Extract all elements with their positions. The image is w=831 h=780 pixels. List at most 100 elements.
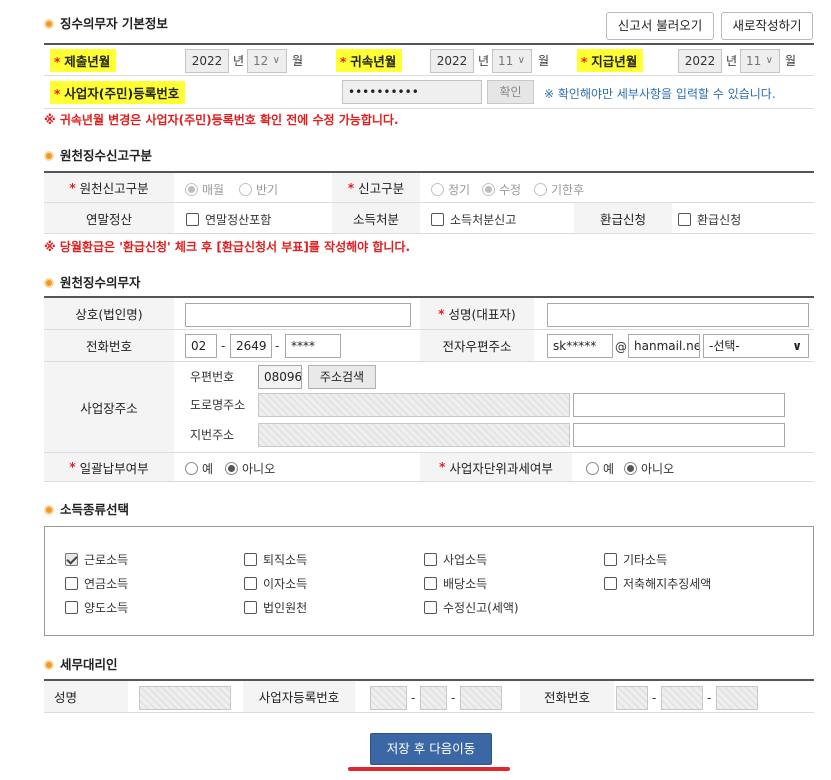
bullet-icon: [44, 278, 54, 288]
refund-checkbox[interactable]: 환급신청: [678, 211, 741, 228]
required-icon: *: [581, 55, 588, 69]
attr-year-field: 2022: [430, 49, 474, 73]
withholding-label: * 원천신고구분: [44, 173, 174, 202]
income-checkbox-savings-tax[interactable]: 저축해지추징세액: [604, 575, 711, 592]
required-icon: *: [69, 460, 76, 474]
submit-month-value: 12: [253, 54, 269, 68]
option-label: 기한후: [551, 183, 585, 197]
tax-agent-phone-part2: [661, 686, 703, 710]
phone-part2-input[interactable]: 2649: [230, 334, 272, 358]
new-report-button[interactable]: 새로작성하기: [721, 12, 813, 40]
phone-part1-input[interactable]: 02: [185, 334, 217, 358]
section-title-income-types: 소득종류선택: [44, 501, 129, 519]
bullet-icon: [44, 660, 54, 670]
submit-month-select[interactable]: 12 ∨: [247, 49, 287, 73]
checkbox-icon: [65, 553, 78, 566]
company-input[interactable]: [185, 303, 411, 327]
unit-tax-no-radio[interactable]: 아니오: [624, 460, 674, 477]
required-icon: *: [54, 55, 61, 69]
phone-part3-input[interactable]: ****: [285, 334, 341, 358]
row-yearend: 연말정산 연말정산포함 소득처분 소득처분신고 환급신청 환급신청: [44, 203, 814, 234]
email-id-input[interactable]: sk*****: [547, 334, 613, 358]
rep-name-input[interactable]: [547, 303, 809, 327]
withholding-option-monthly[interactable]: 매월: [185, 181, 224, 198]
row-tax-agent: 성명 사업자등록번호 - - 전화번호 - -: [44, 679, 814, 713]
basic-warning: ※ 귀속년월 변경은 사업자(주민)등록번호 확인 전에 수정 가능합니다.: [44, 113, 399, 127]
report-option-late[interactable]: 기한후: [534, 181, 584, 198]
tax-agent-name-field: [139, 686, 231, 710]
option-label: 매월: [202, 183, 225, 197]
pay-ym-label: * 지급년월: [577, 45, 644, 76]
company-label: 상호(법인명): [44, 298, 174, 329]
row-company: 상호(법인명) * 성명(대표자): [44, 296, 814, 330]
email-at: @: [615, 340, 627, 354]
save-next-button[interactable]: 저장 후 다음이동: [370, 733, 492, 765]
income-checkbox-dividend[interactable]: 배당소득: [424, 575, 487, 592]
income-disp-checkbox[interactable]: 소득처분신고: [431, 211, 516, 228]
income-checkbox-corporate[interactable]: 법인원천: [244, 599, 307, 616]
report-option-amend[interactable]: 수정: [482, 181, 521, 198]
chevron-down-icon: ∨: [517, 55, 525, 66]
option-label: 아니오: [641, 462, 675, 476]
option-label: 퇴직소득: [263, 553, 308, 567]
zip-label: 우편번호: [190, 370, 235, 384]
income-checkbox-labor[interactable]: 근로소득: [65, 551, 128, 568]
yearend-checkbox[interactable]: 연말정산포함: [186, 211, 271, 228]
biz-no-field[interactable]: ••••••••••: [342, 80, 482, 104]
option-label: 수정: [499, 183, 522, 197]
option-label: 예: [202, 462, 214, 476]
pay-year-field: 2022: [678, 49, 722, 73]
bulk-pay-no-radio[interactable]: 아니오: [225, 460, 275, 477]
row-year-month: * 제출년월 2022 년 12 ∨ 월 * 귀속년월 2022 년 11 ∨ 월 * 지…: [44, 43, 814, 76]
option-label: 이자소득: [263, 577, 308, 591]
bulk-pay-yes-radio[interactable]: 예: [185, 460, 213, 477]
submit-ym-label: * 제출년월: [50, 45, 117, 76]
option-label: 환급신청: [697, 213, 742, 227]
unit-tax-label: * 사업자단위과세여부: [420, 453, 572, 481]
lot-address-detail-input[interactable]: [573, 423, 785, 447]
required-icon: *: [347, 180, 355, 195]
checkbox-icon: [65, 577, 78, 590]
confirm-button[interactable]: 확인: [487, 80, 534, 104]
income-checkbox-business[interactable]: 사업소득: [424, 551, 487, 568]
income-checkbox-other[interactable]: 기타소득: [604, 551, 667, 568]
load-report-button[interactable]: 신고서 불러오기: [606, 12, 714, 40]
checkbox-icon: [431, 213, 444, 226]
income-checkbox-retirement[interactable]: 퇴직소득: [244, 551, 307, 568]
radio-icon: [225, 462, 238, 475]
dash: -: [652, 691, 657, 705]
pay-month-select[interactable]: 11 ∨: [740, 49, 780, 73]
checkbox-icon: [244, 553, 257, 566]
email-domain-select[interactable]: -선택- ∨: [703, 334, 809, 358]
submit-year-field: 2022: [185, 49, 229, 73]
income-checkbox-pension[interactable]: 연금소득: [65, 575, 128, 592]
income-checkbox-transfer[interactable]: 양도소득: [65, 599, 128, 616]
unit-tax-yes-radio[interactable]: 예: [586, 460, 614, 477]
section-title-text: 원천징수신고구분: [60, 148, 153, 163]
email-label: 전자우편주소: [420, 330, 534, 361]
withholding-option-half[interactable]: 반기: [239, 181, 278, 198]
zip-field: 08096: [258, 365, 302, 389]
unit-tax-label-text: 사업자단위과세여부: [449, 460, 553, 476]
section-title-text: 세무대리인: [60, 657, 118, 672]
address-label: 사업장주소: [44, 362, 174, 452]
biz-no-label: * 사업자(주민)등록번호: [50, 76, 186, 108]
email-domain-input[interactable]: hanmail.net: [628, 334, 700, 358]
tax-agent-phone-part3: [716, 686, 758, 710]
tax-agent-biz-no-part2: [420, 686, 447, 710]
tax-agent-name-label: 성명: [44, 681, 128, 712]
road-address-detail-input[interactable]: [573, 393, 785, 417]
section-title-text: 징수의무자 기본정보: [60, 16, 168, 31]
submit-ym-label-text: 제출년월: [64, 54, 111, 69]
attr-month-select[interactable]: 11 ∨: [492, 49, 532, 73]
zip-search-button[interactable]: 주소검색: [308, 365, 376, 389]
income-checkbox-amend-tax[interactable]: 수정신고(세액): [424, 599, 519, 616]
dash: -: [275, 339, 280, 353]
income-checkbox-interest[interactable]: 이자소득: [244, 575, 307, 592]
rep-name-label: * 성명(대표자): [420, 298, 534, 329]
option-label: 배당소득: [443, 577, 488, 591]
option-label: 반기: [256, 183, 279, 197]
chevron-down-icon: ∨: [792, 339, 802, 353]
option-label: 연금소득: [84, 577, 129, 591]
report-option-regular[interactable]: 정기: [431, 181, 470, 198]
